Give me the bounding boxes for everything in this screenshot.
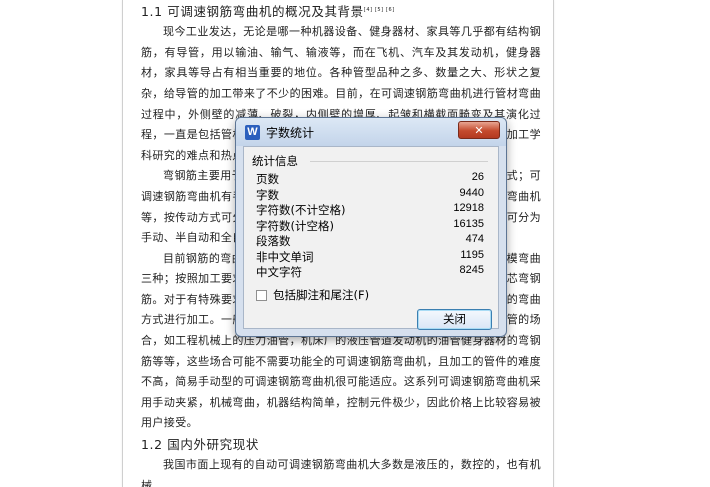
- stat-value: 9440: [459, 186, 484, 199]
- stat-label: 段落数: [256, 234, 291, 248]
- stat-row-chars-no-spaces: 字符数(不计空格) 12918: [256, 202, 484, 218]
- section-heading-1-1-text: 1.1 可调速钢筋弯曲机的概况及其背景: [141, 4, 364, 20]
- include-footnotes-checkbox[interactable]: [256, 290, 267, 301]
- section-heading-1-2: 1.2 国内外研究现状: [141, 437, 259, 453]
- stat-row-chars-with-spaces: 字符数(计空格) 16135: [256, 218, 484, 234]
- stat-row-pages: 页数 26: [256, 171, 484, 187]
- stat-row-chinese-chars: 中文字符 8245: [256, 264, 484, 280]
- stat-value: 1195: [460, 248, 484, 261]
- stat-value: 8245: [459, 264, 484, 276]
- stat-label: 页数: [256, 172, 279, 186]
- dialog-title: 字数统计: [266, 126, 315, 140]
- stat-row-paragraphs: 段落数 474: [256, 233, 484, 249]
- stats-list: 页数 26 字数 9440 字符数(不计空格) 12918 字符数(计空格) 1…: [256, 171, 484, 280]
- citation-refs: [4] [5] [6]: [363, 7, 395, 13]
- stat-value: 474: [465, 233, 484, 245]
- stat-value: 26: [471, 171, 484, 183]
- group-title: 统计信息: [252, 153, 302, 169]
- close-icon[interactable]: ✕: [458, 121, 500, 139]
- wps-writer-icon: W: [245, 125, 260, 140]
- paragraph-4: 我国市面上现有的自动可调速钢筋弯曲机大多数是液压的，数控的，也有机械: [141, 458, 541, 487]
- stat-value: 16135: [453, 217, 484, 230]
- close-button[interactable]: 关闭: [417, 309, 492, 330]
- stat-label: 中文字符: [256, 265, 302, 279]
- stat-row-words: 字数 9440: [256, 187, 484, 203]
- stat-label: 非中文单词: [256, 249, 314, 264]
- stat-value: 12918: [453, 202, 484, 214]
- word-count-dialog: W 字数统计 ✕ 统计信息 页数 26 字数 9440 字符数(不计空格) 12…: [235, 117, 507, 337]
- stat-label: 字符数(计空格): [256, 218, 334, 233]
- group-divider: [310, 161, 488, 162]
- include-footnotes-option[interactable]: 包括脚注和尾注(F): [256, 287, 369, 303]
- stat-label: 字符数(不计空格): [256, 203, 346, 217]
- dialog-content: 统计信息 页数 26 字数 9440 字符数(不计空格) 12918 字符数(计…: [243, 146, 499, 330]
- section-heading-1-1: 1.1 可调速钢筋弯曲机的概况及其背景[4] [5] [6]: [141, 0, 541, 22]
- dialog-titlebar[interactable]: W 字数统计 ✕: [236, 118, 506, 146]
- include-footnotes-label: 包括脚注和尾注(F): [273, 288, 370, 302]
- stat-row-non-chinese-words: 非中文单词 1195: [256, 249, 484, 265]
- stat-label: 字数: [256, 187, 279, 202]
